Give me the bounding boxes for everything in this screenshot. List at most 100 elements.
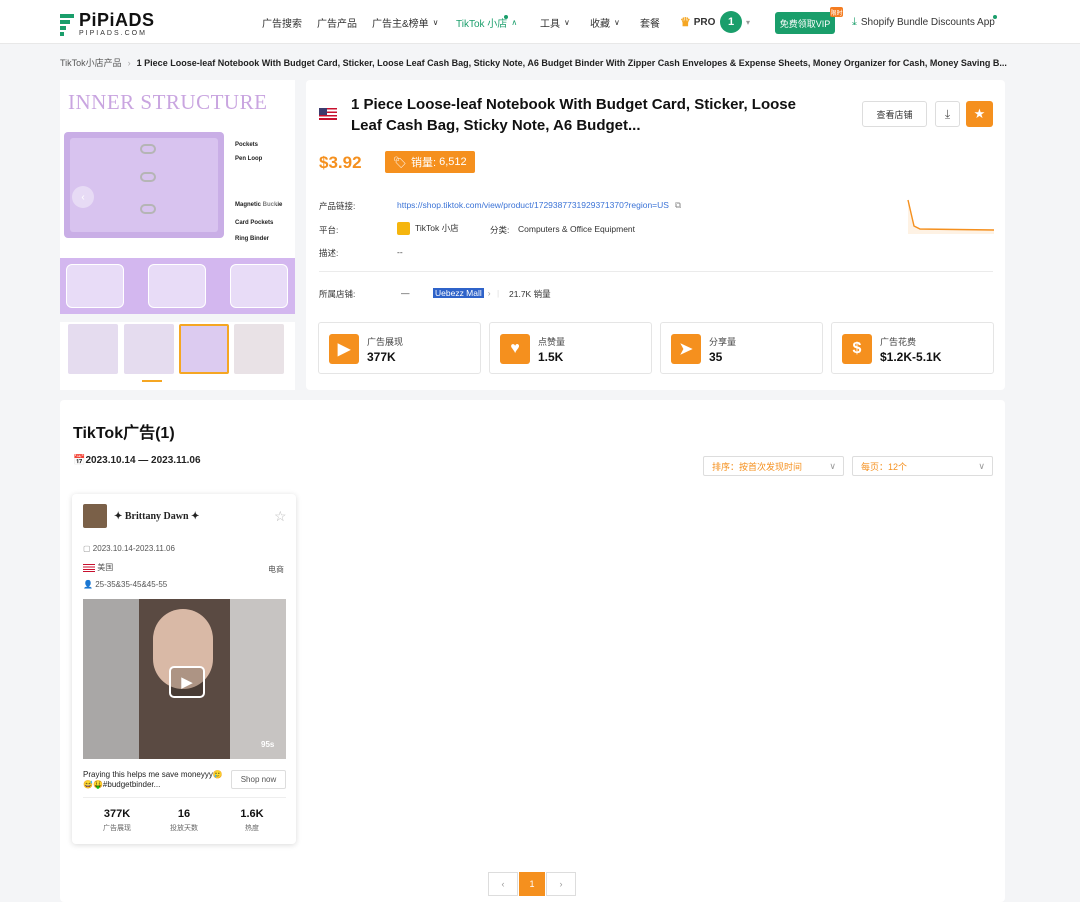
ad-date: ▢ 2023.10.14-2023.11.06 <box>83 544 175 553</box>
per-page-select[interactable]: 每页：12个 ∨ <box>852 456 993 476</box>
sales-badge: 🏷 销量: 6,512 <box>385 151 475 173</box>
tiktok-shop-icon <box>397 222 410 236</box>
nav-advertisers[interactable]: 广告主&榜单 ∨ <box>372 0 439 44</box>
thumbnail[interactable] <box>124 324 174 374</box>
thumbnail[interactable] <box>234 324 284 374</box>
metric-value: 16 <box>177 808 191 820</box>
ad-date-text: 2023.10.14-2023.11.06 <box>92 544 175 553</box>
download-icon: ⤓ <box>944 106 951 121</box>
bee-icon: ✦ <box>114 511 123 522</box>
logo-text: PiPiADS <box>79 10 155 30</box>
stat-likes: ♥ 点赞量 1.5K <box>489 322 652 374</box>
shopify-app-link[interactable]: ⤓ Shopify Bundle Discounts App <box>852 0 995 44</box>
stat-shares: ➤ 分享量 35 <box>660 322 823 374</box>
category-value: Computers & Office Equipment <box>518 224 636 234</box>
metric-days: 16 投放天数 <box>154 808 214 833</box>
nav-favorites-label: 收藏 <box>590 18 610 30</box>
free-vip-button[interactable]: 免费领取VIP <box>775 12 835 34</box>
calendar-icon: ▢ <box>83 544 91 553</box>
product-title: 1 Piece Loose-leaf Notebook With Budget … <box>351 96 796 134</box>
author-name[interactable]: ✦ Brittany Dawn ✦ <box>114 511 199 522</box>
chevron-up-icon: ∧ <box>511 17 518 27</box>
logo-icon <box>60 13 74 36</box>
pager-prev-button[interactable]: ‹ <box>488 872 518 896</box>
chevron-right-icon: › <box>127 58 131 68</box>
nav-tools[interactable]: 工具 ∨ <box>540 0 570 44</box>
platform-value: TikTok 小店 <box>415 223 459 233</box>
sales-trend-sparkline <box>907 199 995 234</box>
favorite-button[interactable]: ★ <box>966 101 993 127</box>
category-label: 分类: <box>490 225 510 235</box>
metric-value: 1.6K <box>240 808 264 820</box>
nav-ad-search-label: 广告搜索 <box>262 18 302 30</box>
stat-label: 广告展现 <box>367 337 404 347</box>
thumbnail-strip <box>60 322 295 390</box>
video-thumbnail[interactable]: ▶ 95s <box>83 599 286 759</box>
pro-label: PRO <box>693 16 716 28</box>
breadcrumb-current: 1 Piece Loose-leaf Notebook With Budget … <box>136 58 1007 68</box>
play-icon[interactable]: ▶ <box>169 666 205 698</box>
download-button[interactable]: ⤓ <box>935 101 960 127</box>
sort-select[interactable]: 排序：按首次发现时间 ∨ <box>703 456 844 476</box>
user-icon: 👤 <box>83 580 93 589</box>
pager-page-1[interactable]: 1 <box>519 872 545 896</box>
nav-plans[interactable]: 套餐 <box>640 0 660 44</box>
pipiads-logo[interactable]: PiPiADS PIPIADS.COM <box>60 11 155 37</box>
sales-label: 销量: <box>410 157 437 169</box>
nav-ad-products[interactable]: 广告产品 <box>317 0 357 44</box>
binder-illustration <box>64 132 224 238</box>
description-value: -- <box>397 247 403 257</box>
view-store-button[interactable]: 查看店铺 <box>862 101 927 127</box>
ad-country-text: 美国 <box>97 563 114 572</box>
stat-value: $1.2K-5.1K <box>880 350 942 364</box>
shop-now-button[interactable]: Shop now <box>231 770 286 789</box>
copy-icon[interactable]: ⧉ <box>675 200 681 210</box>
stat-ad-impressions: ▶ 广告展现 377K <box>318 322 481 374</box>
author-avatar[interactable] <box>83 504 107 528</box>
gallery-next-button[interactable]: › <box>258 186 280 208</box>
bee-icon: ✦ <box>191 511 200 522</box>
ads-section-title: TikTok广告(1) <box>73 425 175 442</box>
chevron-down-icon: ∨ <box>432 17 439 27</box>
ad-card[interactable]: ✦ Brittany Dawn ✦ ☆ ▢ 2023.10.14-2023.11… <box>72 494 296 844</box>
send-icon: ➤ <box>671 334 701 364</box>
metric-label: 广告展现 <box>103 825 131 832</box>
star-outline-icon[interactable]: ☆ <box>274 508 287 525</box>
pro-badge[interactable]: ♛ PRO <box>680 0 715 44</box>
nav-tiktok-shop[interactable]: TikTok 小店 ∧ <box>456 0 517 44</box>
product-link[interactable]: https://shop.tiktok.com/view/product/172… <box>397 200 669 210</box>
tiktok-ads-section: TikTok广告(1) 📅2023.10.14 — 2023.11.06 排序：… <box>60 400 1005 902</box>
stat-value: 1.5K <box>538 350 564 364</box>
thumbnail-selected[interactable] <box>179 324 229 374</box>
nav-favorites[interactable]: 收藏 ∨ <box>590 0 620 44</box>
metric-label: 热度 <box>245 825 259 832</box>
platform-label: 平台: <box>319 225 339 235</box>
store-dash: — <box>401 288 410 298</box>
user-avatar[interactable]: 1 <box>720 11 742 33</box>
gallery-prev-button[interactable]: ‹ <box>72 186 94 208</box>
breadcrumb-root[interactable]: TikTok小店产品 <box>60 58 122 68</box>
image-heading: INNER STRUCTURE <box>68 90 268 114</box>
breadcrumb: TikTok小店产品 › 1 Piece Loose-leaf Notebook W… <box>60 56 1010 69</box>
description-label: 描述: <box>319 248 339 258</box>
nav-advertisers-label: 广告主&榜单 <box>372 18 429 30</box>
store-label: 所属店铺: <box>319 289 356 299</box>
store-name-link[interactable]: Uebezz Mall <box>433 288 484 298</box>
product-link-row: 产品链接: https://shop.tiktok.com/view/produ… <box>319 200 681 212</box>
stat-label: 点赞量 <box>538 337 566 347</box>
date-range-text: 2023.10.14 — 2023.11.06 <box>85 455 201 466</box>
chevron-down-icon: ∨ <box>829 460 836 471</box>
chevron-down-icon: ∨ <box>978 460 985 471</box>
metric-impressions: 377K 广告展现 <box>87 808 147 833</box>
chevron-down-icon: ∨ <box>614 17 620 27</box>
avatar-chevron-icon[interactable]: ▾ <box>746 0 750 44</box>
new-dot-icon <box>993 15 997 19</box>
nav-ad-search[interactable]: 广告搜索 <box>262 0 302 44</box>
stat-value: 35 <box>709 350 723 364</box>
pager-next-button[interactable]: › <box>546 872 576 896</box>
thumbnail[interactable] <box>68 324 118 374</box>
store-sales: 21.7K 销量 <box>509 289 551 299</box>
play-icon: ▶ <box>329 334 359 364</box>
description-row: 描述: -- <box>319 247 403 259</box>
metric-value: 377K <box>103 808 131 820</box>
